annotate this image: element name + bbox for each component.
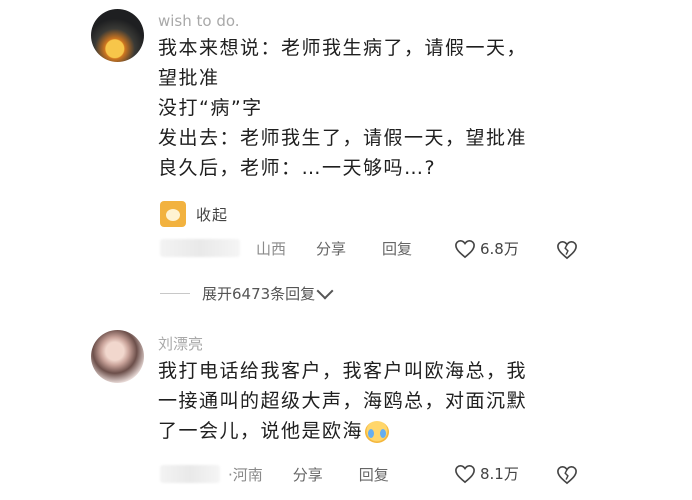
collapse-label: 收起	[196, 205, 229, 224]
share-button[interactable]: 分享	[293, 464, 323, 485]
comment-body: 我本来想说：老师我生病了，请假一天， 望批准 没打“病”字 发出去：老师我生了，…	[158, 33, 527, 183]
expand-replies-button[interactable]: 展开6473条回复	[160, 282, 334, 304]
avatar[interactable]	[91, 9, 144, 62]
heart-icon	[455, 464, 475, 483]
cat-sticker-icon	[160, 201, 186, 227]
comment-body: 我打电话给我客户，我客户叫欧海总，我 一接通叫的超级大声，海鸥总，对面沉默 了一…	[158, 356, 527, 446]
expand-replies-label: 展开6473条回复	[202, 285, 316, 303]
comment-line: 发出去：老师我生了，请假一天，望批准	[158, 127, 528, 149]
blurred-timestamp	[160, 239, 240, 257]
divider	[160, 293, 190, 294]
comment-meta: ·河南 分享 回复	[160, 462, 389, 486]
comment-line: 一接通叫的超级大声，海鸥总，对面沉默	[158, 390, 528, 412]
like-button[interactable]: 8.1万	[454, 463, 519, 484]
collapse-button[interactable]: 收起	[160, 201, 228, 227]
location: 山西	[256, 239, 287, 258]
heart-icon	[455, 239, 475, 258]
reply-button[interactable]: 回复	[359, 464, 389, 485]
like-count: 8.1万	[480, 465, 519, 483]
comment-line: 我本来想说：老师我生病了，请假一天，	[158, 37, 528, 59]
avatar[interactable]	[91, 330, 144, 383]
share-button[interactable]: 分享	[316, 238, 346, 259]
broken-heart-icon[interactable]	[556, 240, 578, 260]
like-count: 6.8万	[480, 240, 519, 258]
comment-line-text: 了一会儿，说他是欧海	[158, 420, 364, 442]
username[interactable]: 刘漂亮	[158, 333, 203, 354]
chevron-down-icon	[316, 282, 334, 299]
comment-line: 望批准	[158, 67, 220, 89]
comment-line: 我打电话给我客户，我客户叫欧海总，我	[158, 360, 528, 382]
like-button[interactable]: 6.8万	[454, 238, 519, 259]
location: ·河南	[228, 465, 263, 484]
username[interactable]: wish to do.	[158, 12, 240, 30]
reply-button[interactable]: 回复	[382, 238, 412, 259]
comment-line: 了一会儿，说他是欧海	[158, 416, 527, 446]
crying-face-emoji	[365, 420, 390, 443]
blurred-timestamp	[160, 465, 220, 483]
comment-meta: 山西 分享 回复	[160, 236, 412, 260]
broken-heart-icon[interactable]	[556, 465, 578, 485]
comment-line: 没打“病”字	[158, 97, 263, 119]
comment-line: 良久后，老师：…一天够吗…?	[158, 157, 437, 179]
